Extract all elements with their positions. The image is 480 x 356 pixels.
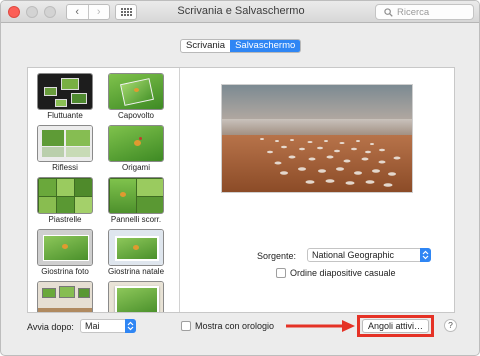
title-bar: ‹ › Scrivania e Salvaschermo Ricerca [1, 1, 479, 23]
help-button[interactable]: ? [444, 319, 457, 332]
screensaver-preview [221, 84, 413, 193]
chevron-right-icon: › [96, 5, 101, 18]
show-all-button[interactable] [115, 4, 137, 20]
screensaver-label: Piastrelle [48, 215, 82, 224]
screensaver-thumb-origami[interactable] [108, 125, 164, 162]
screensaver-label: Pannelli scorr. [110, 215, 162, 224]
shuffle-label: Ordine diapositive casuale [290, 268, 396, 278]
source-label: Sorgente: [257, 251, 297, 261]
start-after-select[interactable]: Mai [80, 319, 136, 333]
screensaver-label: Giostrina natale [107, 267, 165, 276]
screensaver-thumb-giostrina-natale[interactable] [108, 229, 164, 266]
preview-image [222, 85, 412, 192]
source-select[interactable]: National Geographic [307, 248, 431, 262]
screensaver-thumb-piastrelle[interactable] [37, 177, 93, 214]
screensaver-thumb-riflessi[interactable] [37, 125, 93, 162]
screensaver-thumb-photo-wall[interactable] [37, 281, 93, 312]
back-forward-group: ‹ › [66, 4, 110, 20]
screensaver-label: Riflessi [52, 163, 78, 172]
chevron-left-icon: ‹ [75, 5, 80, 18]
search-icon [384, 7, 393, 17]
screensaver-label: Fluttuante [47, 111, 83, 120]
chevron-updown-icon [420, 248, 431, 262]
tab-salvaschermo[interactable]: Salvaschermo [230, 40, 301, 52]
minimize-window-button[interactable] [26, 6, 38, 18]
screensaver-thumb-pannelli-scorr[interactable] [108, 177, 164, 214]
screensaver-label: Giostrina foto [41, 267, 89, 276]
hot-corners-button[interactable]: Angoli attivi… [362, 319, 429, 333]
start-after-value: Mai [85, 321, 100, 331]
search-placeholder: Ricerca [397, 6, 430, 18]
screensaver-thumb-vintage[interactable] [108, 281, 164, 312]
screensaver-label: Origami [121, 163, 150, 172]
screensaver-panel: Fluttuante Capovolto Riflessi Origami Pi… [27, 67, 455, 313]
back-button[interactable]: ‹ [67, 5, 88, 19]
screensaver-thumb-fluttuante[interactable] [37, 73, 93, 110]
search-field[interactable]: Ricerca [375, 4, 474, 20]
screensaver-thumb-giostrina-foto[interactable] [37, 229, 93, 266]
show-clock-label: Mostra con orologio [195, 321, 275, 331]
screensaver-thumb-capovolto[interactable] [108, 73, 164, 110]
tab-scrivania[interactable]: Scrivania [181, 40, 230, 52]
screensaver-list: Fluttuante Capovolto Riflessi Origami Pi… [28, 68, 180, 312]
red-arrow-icon [286, 320, 355, 332]
window-title: Scrivania e Salvaschermo [177, 5, 305, 17]
close-window-button[interactable] [8, 6, 20, 18]
show-clock-checkbox[interactable] [181, 321, 191, 331]
sidebar-scrollbar[interactable] [174, 70, 178, 310]
chevron-updown-icon [125, 319, 136, 333]
zoom-window-button[interactable] [44, 6, 56, 18]
forward-button[interactable]: › [87, 5, 110, 19]
source-value: National Geographic [312, 250, 395, 260]
start-after-label: Avvia dopo: [27, 322, 74, 332]
grid-icon [120, 8, 132, 16]
shuffle-checkbox[interactable] [276, 268, 286, 278]
preferences-window: ‹ › Scrivania e Salvaschermo Ricerca Scr… [0, 0, 480, 356]
screensaver-label: Capovolto [117, 111, 155, 120]
tab-bar: Scrivania Salvaschermo [180, 39, 302, 53]
